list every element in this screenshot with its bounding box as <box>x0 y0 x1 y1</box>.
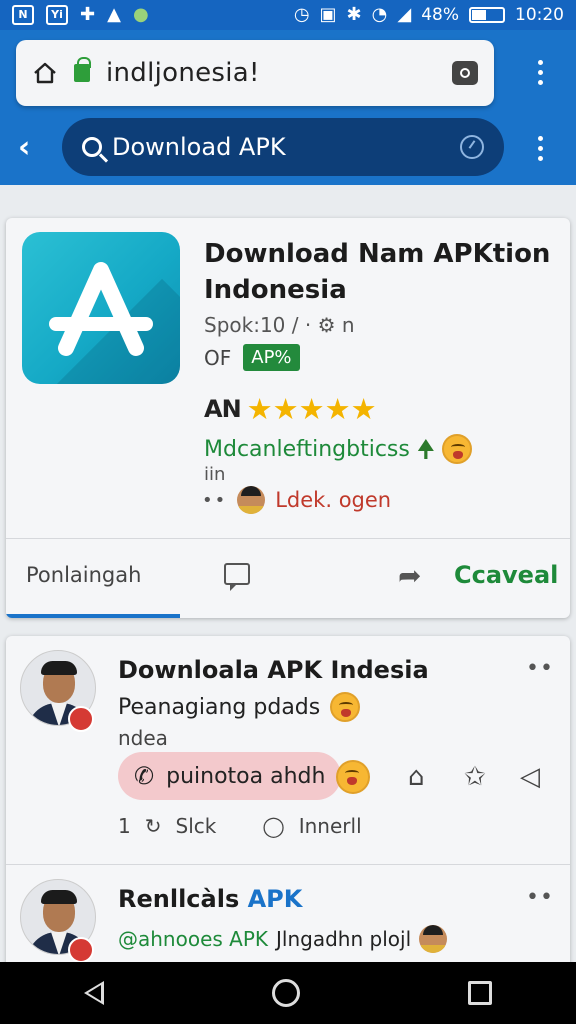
star-icon: ★ <box>324 392 351 426</box>
emoji-icon <box>330 692 361 722</box>
back-arrow-icon[interactable]: ‹ <box>18 130 30 165</box>
emoji-icon <box>336 760 370 794</box>
secure-lock-icon <box>74 57 91 82</box>
post-title-accent: APK <box>247 885 303 913</box>
call-chip-label: puinotoa ahdh <box>166 763 326 789</box>
star-rating: ★★★★★ <box>247 394 377 424</box>
battery-icon <box>469 7 505 23</box>
post-subtitle-row: @ahnooes APK Jlngadhn plojl <box>118 925 448 953</box>
posts-card: Downloala APK Indesia •• Peanagiang pdad… <box>6 636 570 976</box>
rating-label: AN <box>204 395 242 423</box>
search-icon <box>82 137 102 157</box>
history-icon[interactable] <box>460 135 484 159</box>
puzzle-icon: ✚ <box>80 4 96 25</box>
notification-app-icon: Yi <box>46 5 68 25</box>
mini-avatar <box>419 925 448 953</box>
post-footer: 1 ↻ Slck ◯ Innerll <box>118 814 362 838</box>
browser-menu-icon[interactable] <box>535 60 545 85</box>
post-title[interactable]: Downloala APK Indesia <box>118 656 429 684</box>
video-badge-icon <box>68 937 94 963</box>
notification-box-icon: N <box>12 5 34 25</box>
nav-recents-icon[interactable] <box>468 981 492 1005</box>
app-card: Download Nam APKtion Indonesia Spok:10 /… <box>6 218 570 618</box>
rating-row: AN ★★★★★ <box>204 394 377 424</box>
developer-avatar <box>237 486 266 514</box>
tab-underline <box>6 614 180 618</box>
home-icon[interactable]: ⌂ <box>408 762 425 792</box>
developer-name[interactable]: Ldek. ogen <box>275 488 391 512</box>
app-badges: OF AP% <box>204 344 300 371</box>
emoji-icon <box>441 434 472 464</box>
post-title-main: Renllcàls <box>118 885 240 913</box>
post-subtitle-row: Peanagiang pdads <box>118 692 361 722</box>
video-badge-icon <box>68 706 94 732</box>
app-title: Download Nam APKtion Indonesia <box>204 239 551 305</box>
post-item[interactable]: Downloala APK Indesia •• Peanagiang pdad… <box>6 636 570 864</box>
nav-back-icon[interactable] <box>84 981 104 1005</box>
system-nav-bar <box>0 962 576 1024</box>
search-query[interactable]: Download APK <box>112 133 286 161</box>
search-bar[interactable]: Download APK <box>62 118 504 176</box>
post-subtitle: Peanagiang pdads <box>118 694 321 720</box>
lock-icon: ▣ <box>319 4 337 25</box>
more-options-icon[interactable]: •• <box>526 656 554 681</box>
post-title[interactable]: Renllcàls APK <box>118 885 302 913</box>
address-bar[interactable]: indljonesia! <box>16 40 494 106</box>
app-small-text: iin <box>204 464 226 485</box>
star-icon: ★ <box>246 392 273 426</box>
share-icon[interactable]: ➦ <box>398 559 421 592</box>
app-meta: Spok:10 / · ⚙ n <box>204 313 355 337</box>
phone-icon: ✆ <box>134 762 155 790</box>
leaf-icon <box>417 439 434 459</box>
cloud-icon: ▲ <box>107 4 121 25</box>
app-logo-icon[interactable] <box>22 232 180 384</box>
puzzle-icon[interactable]: ✩ <box>464 762 486 792</box>
developer-row[interactable]: •• Ldek. ogen <box>202 486 391 514</box>
battery-percent: 48% <box>421 5 459 25</box>
reply-icon[interactable]: ◯ <box>262 814 284 838</box>
more-options-icon[interactable]: •• <box>526 885 554 910</box>
app-badge: AP% <box>243 344 300 371</box>
cancel-button[interactable]: Ccaveal <box>454 561 558 589</box>
call-chip[interactable]: ✆ puinotoa ahdh <box>118 752 342 800</box>
app-action-bar: Ponlaingah ➦ Ccaveal <box>6 539 570 618</box>
alarm-icon: ◷ <box>293 4 310 25</box>
nav-home-icon[interactable] <box>272 979 300 1007</box>
like-count: 1 <box>118 814 131 838</box>
tabs-icon[interactable] <box>452 61 478 85</box>
speaker-icon[interactable]: ◁ <box>520 762 540 792</box>
url-text[interactable]: indljonesia! <box>106 58 260 88</box>
signal-icon: ◢ <box>397 4 412 25</box>
of-label: OF <box>204 345 232 370</box>
clock-time: 10:20 <box>515 5 564 25</box>
star-icon: ★ <box>350 392 377 426</box>
app-tagline: Mdcanleftingbticss <box>204 436 410 462</box>
browser-toolbar: indljonesia! ‹ Download APK <box>0 30 576 185</box>
status-bar: N Yi ✚ ▲ ● ◷ ▣ ✱ ◔ ◢ 48% 10:20 <box>0 0 576 30</box>
developer-dots: •• <box>202 489 228 511</box>
post-item[interactable]: Renllcàls APK •• @ahnooes APK Jlngadhn p… <box>6 865 570 976</box>
tab-primary[interactable]: Ponlaingah <box>26 563 141 587</box>
post-handle[interactable]: @ahnooes APK <box>118 927 268 951</box>
post-subtext: ndea <box>118 726 168 750</box>
star-icon: ★ <box>298 392 325 426</box>
slick-label[interactable]: Slck <box>176 814 217 838</box>
star-icon: ★ <box>272 392 299 426</box>
page-menu-icon[interactable] <box>535 136 545 161</box>
battery-fill <box>472 10 487 20</box>
like-icon[interactable]: ↻ <box>145 814 162 838</box>
post-text: Jlngadhn plojl <box>276 927 412 951</box>
comment-icon[interactable] <box>224 563 250 591</box>
leaf-app-icon: ● <box>132 4 149 25</box>
home-icon[interactable] <box>32 61 58 85</box>
app-tagline-row: Mdcanleftingbticss <box>204 434 472 464</box>
innerll-label[interactable]: Innerll <box>299 814 362 838</box>
bluetooth-icon: ✱ <box>346 4 362 25</box>
wifi-icon: ◔ <box>371 4 388 25</box>
